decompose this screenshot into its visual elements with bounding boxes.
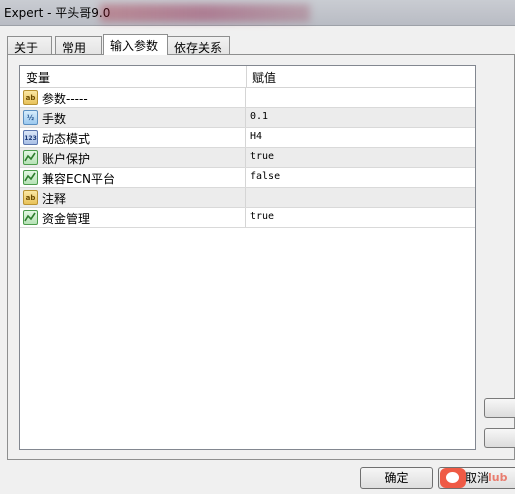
header-divider[interactable] — [246, 66, 247, 88]
tab-common[interactable]: 常用 — [55, 36, 102, 55]
bool-type-icon — [23, 170, 38, 185]
tab-strip: 关于 常用 输入参数 依存关系 — [7, 34, 507, 55]
table-row[interactable]: 资金管理 true — [20, 208, 475, 228]
parameter-value[interactable]: H4 — [250, 131, 262, 142]
parameter-name-cell: ab 注释 — [20, 188, 246, 207]
parameter-name-cell: 账户保护 — [20, 148, 246, 167]
column-header-variable[interactable]: 变量 — [26, 69, 50, 86]
text-type-icon: ab — [23, 90, 38, 105]
table-row[interactable]: ½ 手数 0.1 — [20, 108, 475, 128]
parameter-value[interactable]: false — [250, 171, 280, 182]
parameter-name: 动态模式 — [42, 132, 91, 146]
table-row[interactable]: 123 动态模式 H4 — [20, 128, 475, 148]
parameter-name: 资金管理 — [42, 212, 91, 226]
input-parameters-grid[interactable]: 变量 赋值 ab 参数----- ½ 手数 0.1 123 动态模式 H4 账户… — [19, 65, 476, 450]
table-row[interactable]: ab 参数----- — [20, 88, 475, 108]
save-button-partial[interactable] — [484, 428, 515, 448]
watermark-text: lub — [488, 471, 508, 484]
cancel-button-label: 取消 — [465, 471, 490, 485]
watermark-face-icon — [446, 472, 459, 483]
watermark-logo-icon — [440, 468, 466, 488]
parameter-name: 注释 — [42, 192, 67, 206]
parameter-value[interactable]: 0.1 — [250, 111, 268, 122]
parameter-name: 兼容ECN平台 — [42, 172, 115, 186]
parameter-value[interactable]: true — [250, 211, 274, 222]
window-title: Expert - 平头哥9.0 — [4, 6, 111, 20]
tab-dependencies[interactable]: 依存关系 — [167, 36, 230, 55]
parameter-name: 手数 — [42, 112, 67, 126]
table-row[interactable]: ab 注释 — [20, 188, 475, 208]
parameter-name-cell: 兼容ECN平台 — [20, 168, 246, 187]
table-row[interactable]: 账户保护 true — [20, 148, 475, 168]
grid-header: 变量 赋值 — [20, 66, 475, 88]
column-header-value[interactable]: 赋值 — [252, 69, 276, 86]
parameter-value[interactable]: true — [250, 151, 274, 162]
title-blur-region — [100, 4, 310, 22]
parameter-name: 账户保护 — [42, 152, 91, 166]
double-type-icon: ½ — [23, 110, 38, 125]
parameter-name-cell: ½ 手数 — [20, 108, 246, 127]
parameter-name: 参数----- — [42, 92, 88, 106]
enum-type-icon: 123 — [23, 130, 38, 145]
parameter-name-cell: 资金管理 — [20, 208, 246, 227]
table-row[interactable]: 兼容ECN平台 false — [20, 168, 475, 188]
bool-type-icon — [23, 150, 38, 165]
load-button-partial[interactable] — [484, 398, 515, 418]
ok-button[interactable]: 确定 — [360, 467, 433, 489]
parameter-name-cell: ab 参数----- — [20, 88, 246, 107]
tab-inputs[interactable]: 输入参数 — [103, 34, 168, 55]
parameter-name-cell: 123 动态模式 — [20, 128, 246, 147]
tab-about[interactable]: 关于 — [7, 36, 52, 55]
window-titlebar[interactable]: Expert - 平头哥9.0 — [0, 0, 515, 26]
text-type-icon: ab — [23, 190, 38, 205]
bool-type-icon — [23, 210, 38, 225]
